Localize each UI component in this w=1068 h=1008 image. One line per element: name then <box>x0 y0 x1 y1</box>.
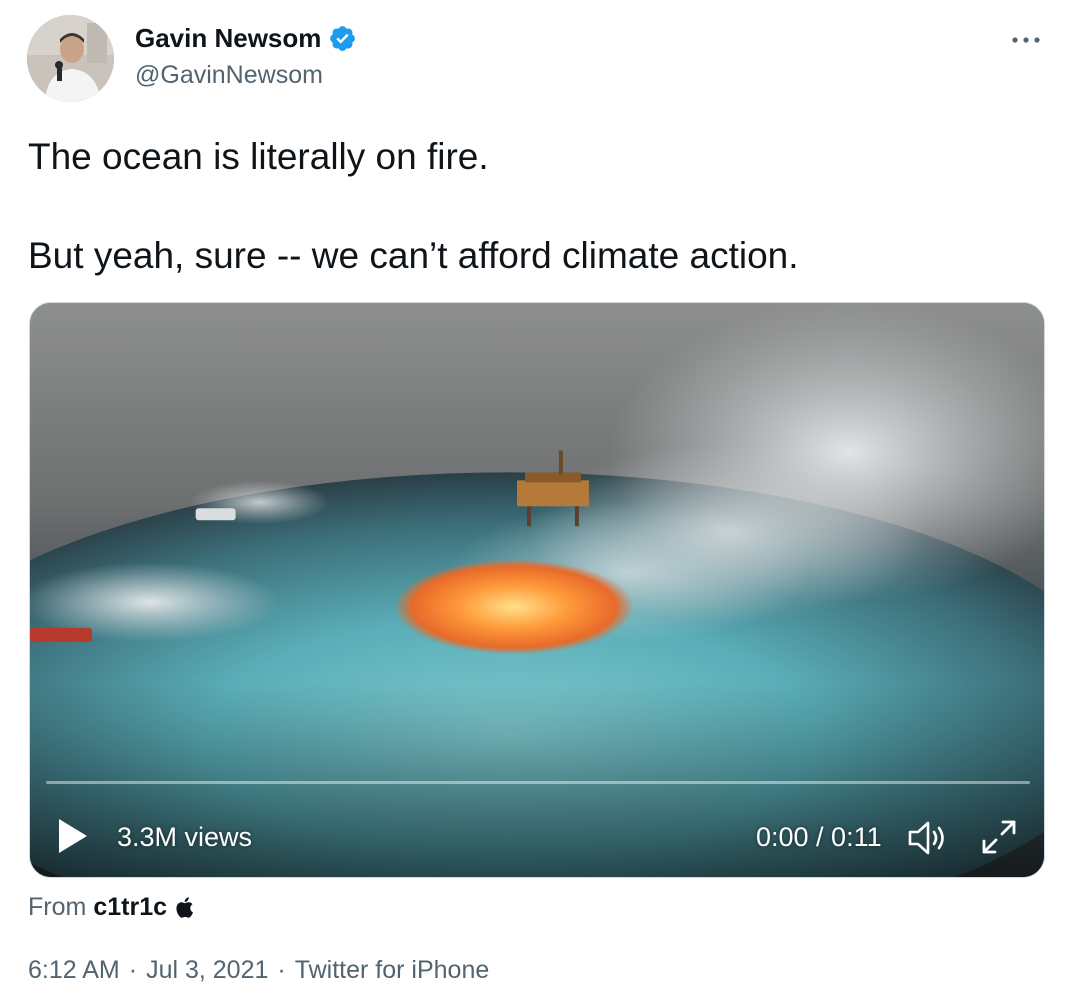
ellipsis-icon <box>1012 37 1040 43</box>
tweet-time[interactable]: 6:12 AM <box>28 956 120 984</box>
more-options-button[interactable] <box>1008 22 1044 58</box>
tweet-date[interactable]: Jul 3, 2021 <box>146 956 268 984</box>
meta-separator: · <box>277 956 286 984</box>
avatar[interactable] <box>27 15 114 102</box>
video-player[interactable]: 3.3M views 0:00 / 0:11 <box>29 302 1045 878</box>
verified-badge-icon <box>330 25 356 51</box>
video-progress-bar[interactable] <box>46 781 1030 784</box>
play-icon[interactable] <box>56 817 90 855</box>
tweet-client[interactable]: Twitter for iPhone <box>295 956 490 984</box>
video-time: 0:00 / 0:11 <box>756 822 882 852</box>
tweet-text-line: But yeah, sure -- we can’t afford climat… <box>28 235 799 276</box>
video-views: 3.3M views <box>117 822 253 852</box>
expand-icon[interactable] <box>979 817 1019 857</box>
meta-separator: · <box>128 956 138 984</box>
video-source: From c1tr1c <box>28 891 194 923</box>
tweet-text-line: The ocean is literally on fire. <box>28 136 489 177</box>
author-handle[interactable]: @GavinNewsom <box>135 59 323 91</box>
volume-icon[interactable] <box>907 819 951 857</box>
tweet-meta: 6:12 AM · Jul 3, 2021 · Twitter for iPhone <box>28 954 489 986</box>
author-name[interactable]: Gavin Newsom <box>135 22 357 54</box>
apple-icon <box>176 896 193 918</box>
source-prefix: From <box>28 893 87 921</box>
author-name-text[interactable]: Gavin Newsom <box>135 22 321 54</box>
source-name[interactable]: c1tr1c <box>93 891 167 923</box>
profile-photo-icon <box>27 15 114 102</box>
video-frame <box>30 303 1044 877</box>
